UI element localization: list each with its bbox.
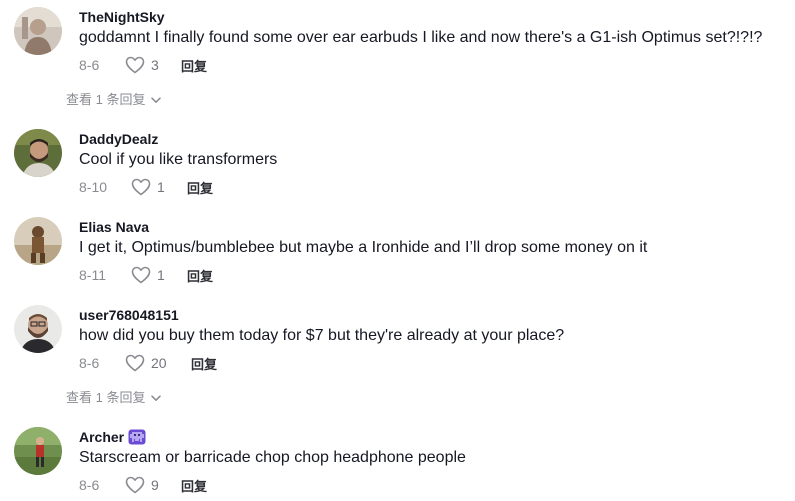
comment-text: Starscream or barricade chop chop headph… (79, 449, 466, 466)
comment-username[interactable]: TheNightSky (79, 9, 165, 25)
comment-text: Cool if you like transformers (79, 151, 278, 168)
comment-meta: 8-6 3 回复 (79, 55, 207, 75)
heart-icon (131, 266, 151, 284)
reply-button[interactable]: 回复 (187, 178, 213, 197)
chevron-down-icon (151, 96, 162, 103)
like-count: 20 (151, 355, 167, 371)
comment-username[interactable]: Elias Nava (79, 219, 149, 235)
avatar[interactable] (14, 305, 62, 353)
comment-date: 8-6 (79, 355, 100, 371)
comment-text: how did you buy them today for $7 but th… (79, 327, 565, 344)
comment-date: 8-6 (79, 477, 100, 493)
heart-icon (125, 354, 145, 372)
comment-date: 8-11 (79, 267, 106, 283)
view-replies-label: 查看 1 条回复 (66, 92, 146, 107)
comment-username[interactable]: Archer (79, 429, 146, 448)
comment-meta: 8-6 20 回复 (79, 353, 217, 373)
comment-username[interactable]: user768048151 (79, 307, 179, 323)
avatar[interactable] (14, 427, 62, 475)
heart-icon (125, 56, 145, 74)
like-button[interactable]: 3 (125, 56, 181, 74)
like-button[interactable]: 1 (131, 178, 187, 196)
comment-date: 8-10 (79, 179, 108, 195)
avatar[interactable] (14, 129, 62, 177)
heart-icon (125, 476, 145, 494)
reply-button[interactable]: 回复 (181, 476, 207, 495)
like-count: 3 (151, 57, 159, 73)
comment-text: goddamnt I finally found some over ear e… (79, 29, 763, 46)
comment-meta: 8-11 1 回复 (79, 265, 213, 285)
like-count: 9 (151, 477, 159, 493)
comment-meta: 8-10 1 回复 (79, 177, 213, 197)
view-replies-button[interactable]: 查看 1 条回复 (66, 390, 162, 406)
like-count: 1 (157, 267, 165, 283)
like-button[interactable]: 9 (125, 476, 181, 494)
view-replies-label: 查看 1 条回复 (66, 390, 146, 405)
comment-username[interactable]: DaddyDealz (79, 131, 158, 147)
like-button[interactable]: 1 (131, 266, 187, 284)
alien-monster-icon (128, 429, 146, 448)
comment-meta: 8-6 9 回复 (79, 475, 207, 495)
reply-button[interactable]: 回复 (187, 266, 213, 285)
view-replies-button[interactable]: 查看 1 条回复 (66, 92, 162, 108)
reply-button[interactable]: 回复 (181, 56, 207, 75)
like-count: 1 (157, 179, 165, 195)
avatar[interactable] (14, 7, 62, 55)
avatar[interactable] (14, 217, 62, 265)
comment-date: 8-6 (79, 57, 100, 73)
like-button[interactable]: 20 (125, 354, 191, 372)
comment-text: I get it, Optimus/bumblebee but maybe a … (79, 239, 648, 256)
chevron-down-icon (151, 394, 162, 401)
heart-icon (131, 178, 151, 196)
username-text: Archer (79, 429, 125, 445)
reply-button[interactable]: 回复 (191, 354, 217, 373)
